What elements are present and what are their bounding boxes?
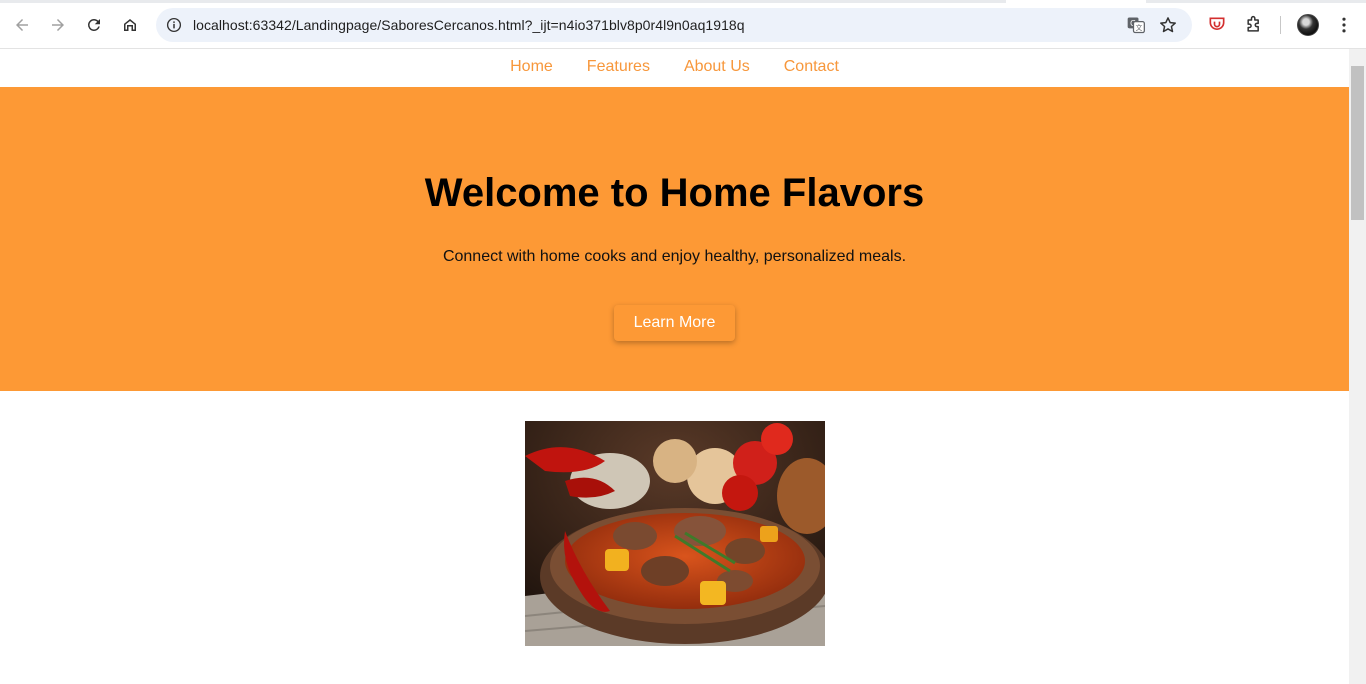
scrollbar-thumb[interactable] <box>1351 66 1364 220</box>
browser-toolbar: localhost:63342/Landingpage/SaboresCerca… <box>0 0 1366 49</box>
svg-text:文: 文 <box>1136 23 1143 32</box>
forward-arrow-icon[interactable] <box>45 12 71 38</box>
toolbar-divider <box>1280 16 1281 34</box>
puzzle-icon[interactable] <box>1243 14 1265 36</box>
page-viewport: Home Features About Us Contact Welcome t… <box>0 49 1349 684</box>
nav-link-features[interactable]: Features <box>587 58 650 75</box>
back-arrow-icon[interactable] <box>9 12 35 38</box>
site-navigation: Home Features About Us Contact <box>0 49 1349 87</box>
stew-bowl-illustration <box>525 421 825 646</box>
address-bar[interactable]: localhost:63342/Landingpage/SaboresCerca… <box>156 8 1192 42</box>
nav-link-home[interactable]: Home <box>510 58 553 75</box>
hero-section: Welcome to Home Flavors Connect with hom… <box>0 87 1349 391</box>
extension-shield-icon[interactable] <box>1206 14 1228 36</box>
nav-link-contact[interactable]: Contact <box>784 58 839 75</box>
avatar[interactable] <box>1297 14 1319 36</box>
site-info-icon[interactable] <box>165 16 183 34</box>
home-icon[interactable] <box>117 12 143 38</box>
nav-item-about: About Us <box>684 58 750 76</box>
hero-title: Welcome to Home Flavors <box>424 171 925 215</box>
page-scrollbar[interactable] <box>1349 49 1366 684</box>
reload-icon[interactable] <box>81 12 107 38</box>
nav-link-about[interactable]: About Us <box>684 58 750 75</box>
star-icon[interactable] <box>1158 15 1178 35</box>
other-tab-edge[interactable] <box>1146 0 1366 3</box>
food-image <box>525 421 825 646</box>
url-text[interactable]: localhost:63342/Landingpage/SaboresCerca… <box>193 17 745 33</box>
nav-item-home: Home <box>510 58 553 76</box>
translate-icon[interactable]: G 文 <box>1126 15 1146 35</box>
nav-item-contact: Contact <box>784 58 839 76</box>
nav-item-features: Features <box>587 58 650 76</box>
active-tab-edge[interactable] <box>0 0 1006 3</box>
kebab-menu-icon[interactable] <box>1333 14 1355 36</box>
nav-list: Home Features About Us Contact <box>0 58 1349 76</box>
hero-subtitle: Connect with home cooks and enjoy health… <box>442 248 907 265</box>
tab-strip <box>0 0 1366 3</box>
learn-more-button[interactable]: Learn More <box>614 305 735 341</box>
